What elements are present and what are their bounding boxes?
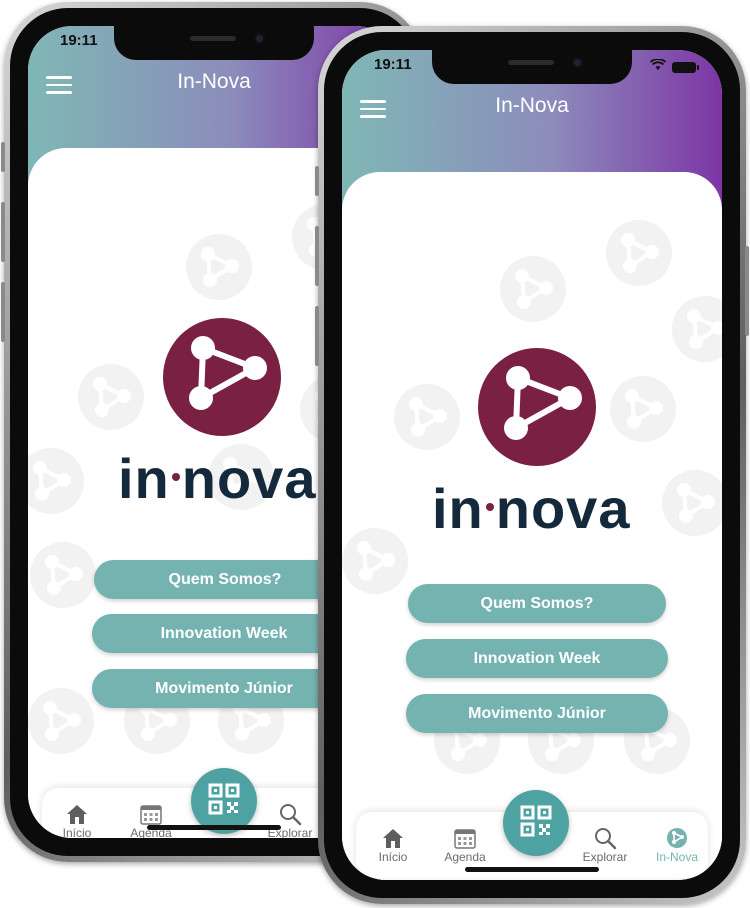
wordmark-dot bbox=[171, 473, 180, 482]
home-icon bbox=[358, 826, 428, 850]
phone-side-button bbox=[1, 202, 5, 262]
tab-inicio[interactable]: Início bbox=[42, 802, 112, 838]
logo-watermark-icon bbox=[662, 470, 722, 536]
phone-side-button bbox=[315, 306, 319, 366]
quem-somos-button[interactable]: Quem Somos? bbox=[408, 584, 666, 623]
phone-power-button bbox=[745, 246, 749, 336]
tab-agenda[interactable]: Agenda bbox=[430, 826, 500, 864]
calendar-icon bbox=[430, 826, 500, 850]
phone-mockup-front: 19:11 In-Nova in nova Quem Somos? Innova… bbox=[315, 26, 749, 904]
innova-logo-icon bbox=[163, 318, 281, 436]
tab-explorar[interactable]: Explorar bbox=[255, 802, 325, 838]
phone-side-button bbox=[315, 226, 319, 286]
home-icon bbox=[42, 802, 112, 826]
wordmark-prefix: in bbox=[118, 447, 170, 510]
wordmark-suffix: nova bbox=[495, 477, 631, 540]
logo-watermark-icon bbox=[186, 234, 252, 300]
qr-code-icon bbox=[207, 782, 241, 821]
phone-side-button bbox=[1, 282, 5, 342]
status-time: 19:11 bbox=[374, 56, 412, 73]
wordmark-suffix: nova bbox=[181, 447, 317, 510]
innovation-week-button[interactable]: Innovation Week bbox=[92, 614, 356, 653]
tab-inicio[interactable]: Início bbox=[358, 826, 428, 864]
phone-screen: 19:11 In-Nova in nova Quem Somos? Innova… bbox=[342, 50, 722, 880]
innovation-week-button[interactable]: Innovation Week bbox=[406, 639, 668, 678]
qr-scan-button[interactable] bbox=[503, 790, 569, 856]
logo-watermark-icon bbox=[28, 448, 84, 514]
tab-explorar[interactable]: Explorar bbox=[570, 826, 640, 864]
tab-label: In-Nova bbox=[655, 850, 699, 864]
battery-icon bbox=[672, 61, 699, 73]
logo-watermark-icon bbox=[672, 296, 722, 362]
in-nova-icon bbox=[642, 826, 712, 850]
wordmark-dot bbox=[485, 503, 494, 512]
qr-code-icon bbox=[519, 804, 553, 843]
phone-notch bbox=[114, 26, 314, 60]
logo-watermark-icon bbox=[78, 364, 144, 430]
quem-somos-button[interactable]: Quem Somos? bbox=[94, 560, 356, 599]
logo-watermark-icon bbox=[30, 542, 96, 608]
home-indicator bbox=[465, 867, 599, 872]
logo-watermark-icon bbox=[342, 528, 408, 594]
logo-watermark-icon bbox=[28, 688, 94, 754]
search-icon bbox=[570, 826, 640, 850]
logo-watermark-icon bbox=[394, 384, 460, 450]
search-icon bbox=[255, 802, 325, 826]
main-content: in nova Quem Somos? Innovation Week Movim… bbox=[342, 172, 722, 880]
home-indicator bbox=[147, 825, 281, 830]
tab-in-nova[interactable]: In-Nova bbox=[642, 826, 712, 864]
wordmark-prefix: in bbox=[432, 477, 484, 540]
logo-watermark-icon bbox=[500, 256, 566, 322]
tab-agenda[interactable]: Agenda bbox=[116, 802, 186, 838]
phone-side-button bbox=[315, 166, 319, 196]
phone-bezel: 19:11 In-Nova in nova Quem Somos? Innova… bbox=[324, 32, 740, 898]
tab-label: Agenda bbox=[444, 850, 486, 864]
logo-watermark-icon bbox=[610, 376, 676, 442]
calendar-icon bbox=[116, 802, 186, 826]
tab-label: Explorar bbox=[582, 850, 628, 864]
app-title: In-Nova bbox=[495, 94, 569, 117]
status-time: 19:11 bbox=[60, 32, 98, 49]
movimento-junior-button[interactable]: Movimento Júnior bbox=[92, 669, 356, 708]
innova-wordmark: in nova bbox=[118, 446, 316, 511]
innova-logo-icon bbox=[478, 348, 596, 466]
phone-side-button bbox=[1, 142, 5, 172]
innova-wordmark: in nova bbox=[432, 476, 630, 541]
movimento-junior-button[interactable]: Movimento Júnior bbox=[406, 694, 668, 733]
app-title: In-Nova bbox=[177, 70, 251, 93]
logo-watermark-icon bbox=[606, 220, 672, 286]
status-icons bbox=[649, 58, 699, 76]
tab-label: Início bbox=[62, 826, 92, 838]
wifi-icon bbox=[649, 58, 667, 76]
tab-label: Início bbox=[378, 850, 408, 864]
phone-notch bbox=[432, 50, 632, 84]
